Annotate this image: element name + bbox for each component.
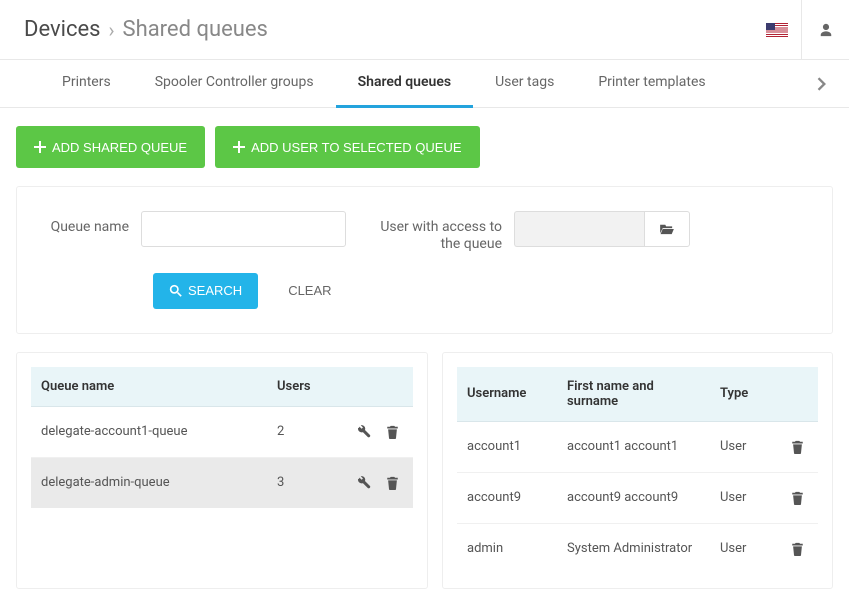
edit-button[interactable] <box>353 421 375 443</box>
cell-type: User <box>710 421 770 472</box>
cell-username: account9 <box>457 472 557 523</box>
trash-icon <box>386 476 399 490</box>
delete-button[interactable] <box>786 538 808 560</box>
filter-label: Queue name <box>41 211 141 236</box>
cell-type: User <box>710 523 770 574</box>
trash-icon <box>791 440 804 454</box>
button-label: ADD SHARED QUEUE <box>52 140 187 155</box>
user-menu-button[interactable] <box>801 0 849 59</box>
breadcrumb: Devices › Shared queues <box>24 17 268 42</box>
plus-icon <box>233 141 245 153</box>
user-icon <box>819 23 833 37</box>
action-row: ADD SHARED QUEUE ADD USER TO SELECTED QU… <box>0 108 849 186</box>
table-row[interactable]: account1account1 account1User <box>457 421 818 472</box>
topbar-right <box>753 0 849 59</box>
queues-table-card: Queue name Users delegate-account1-queue… <box>16 352 428 589</box>
tabs: PrintersSpooler Controller groupsShared … <box>0 60 849 108</box>
cell-queue-name: delegate-account1-queue <box>31 406 267 457</box>
col-actions <box>770 367 818 422</box>
tab-shared-queues[interactable]: Shared queues <box>336 60 473 108</box>
tables-row: Queue name Users delegate-account1-queue… <box>16 352 833 589</box>
clear-button[interactable]: CLEAR <box>270 273 349 309</box>
breadcrumb-sub: Shared queues <box>123 17 268 42</box>
table-row[interactable]: adminSystem AdministratorUser <box>457 523 818 574</box>
tab-printers[interactable]: Printers <box>40 60 133 108</box>
users-table: Username First name and surname Type acc… <box>457 367 818 574</box>
trash-icon <box>791 542 804 556</box>
cell-fullname: account1 account1 <box>557 421 710 472</box>
cell-username: admin <box>457 523 557 574</box>
filter-queue-name: Queue name <box>41 211 346 247</box>
delete-button[interactable] <box>381 421 403 443</box>
tab-printer-templates[interactable]: Printer templates <box>576 60 727 108</box>
plus-icon <box>34 141 46 153</box>
button-label: CLEAR <box>288 283 331 298</box>
search-button[interactable]: SEARCH <box>153 273 258 309</box>
chevron-right-icon: › <box>109 18 115 42</box>
delete-button[interactable] <box>786 436 808 458</box>
tabs-next-icon[interactable] <box>817 77 827 91</box>
user-access-input[interactable] <box>514 211 644 247</box>
folder-open-icon <box>660 223 674 235</box>
wrench-icon <box>357 476 371 490</box>
edit-button[interactable] <box>353 472 375 494</box>
col-fullname[interactable]: First name and surname <box>557 367 710 422</box>
trash-icon <box>791 491 804 505</box>
cell-fullname: System Administrator <box>557 523 710 574</box>
cell-queue-name: delegate-admin-queue <box>31 457 267 508</box>
cell-username: account1 <box>457 421 557 472</box>
col-queue-name[interactable]: Queue name <box>31 367 267 407</box>
col-users[interactable]: Users <box>267 367 337 407</box>
col-type[interactable]: Type <box>710 367 770 422</box>
users-table-card: Username First name and surname Type acc… <box>442 352 833 589</box>
cell-type: User <box>710 472 770 523</box>
wrench-icon <box>357 425 371 439</box>
col-actions <box>337 367 413 407</box>
delete-button[interactable] <box>381 472 403 494</box>
cell-users: 3 <box>267 457 337 508</box>
table-row[interactable]: delegate-admin-queue3 <box>31 457 413 508</box>
table-row[interactable]: account9account9 account9User <box>457 472 818 523</box>
breadcrumb-root[interactable]: Devices <box>24 17 101 42</box>
add-shared-queue-button[interactable]: ADD SHARED QUEUE <box>16 126 205 168</box>
browse-user-button[interactable] <box>644 211 690 247</box>
button-label: ADD USER TO SELECTED QUEUE <box>251 140 461 155</box>
add-user-to-queue-button[interactable]: ADD USER TO SELECTED QUEUE <box>215 126 479 168</box>
chevron-right-icon <box>817 77 827 91</box>
tab-spooler-controller-groups[interactable]: Spooler Controller groups <box>133 60 336 108</box>
delete-button[interactable] <box>786 487 808 509</box>
search-icon <box>169 284 182 297</box>
filter-user-access: User with access to the queue <box>364 211 690 253</box>
filter-panel: Queue name User with access to the queue… <box>16 186 833 334</box>
queues-table: Queue name Users delegate-account1-queue… <box>31 367 413 508</box>
topbar: Devices › Shared queues <box>0 0 849 60</box>
cell-users: 2 <box>267 406 337 457</box>
locale-button[interactable] <box>753 0 801 59</box>
filter-label: User with access to the queue <box>364 211 514 253</box>
table-row[interactable]: delegate-account1-queue2 <box>31 406 413 457</box>
button-label: SEARCH <box>188 283 242 298</box>
us-flag-icon <box>766 23 788 37</box>
trash-icon <box>386 425 399 439</box>
queue-name-input[interactable] <box>141 211 346 247</box>
cell-fullname: account9 account9 <box>557 472 710 523</box>
tab-user-tags[interactable]: User tags <box>473 60 576 108</box>
col-username[interactable]: Username <box>457 367 557 422</box>
